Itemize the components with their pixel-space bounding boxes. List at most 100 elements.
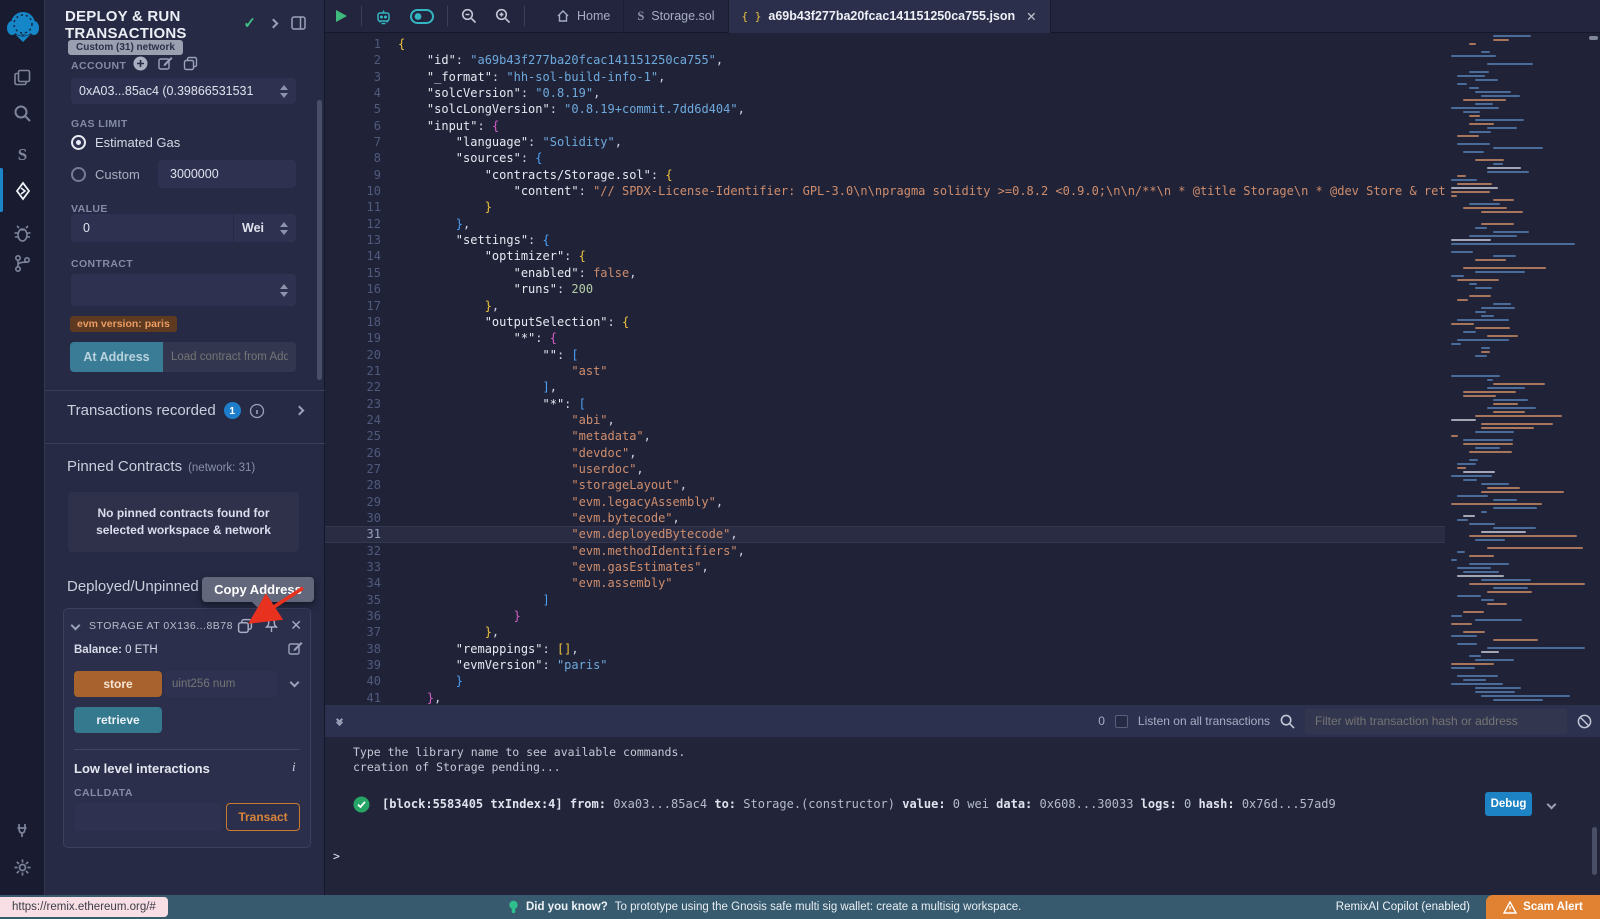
pending-tx-count: 0 xyxy=(1098,714,1105,728)
value-input[interactable]: 0 xyxy=(71,214,234,242)
collapse-contract-icon[interactable] xyxy=(71,621,81,631)
filter-tx-input[interactable] xyxy=(1305,709,1567,734)
custom-gas-input[interactable] xyxy=(158,160,296,188)
gas-limit-label: GAS LIMIT xyxy=(71,118,128,130)
tab-storage-sol[interactable]: S Storage.sol xyxy=(624,0,728,33)
minimap-line xyxy=(1475,659,1514,661)
terminal-scrollbar[interactable] xyxy=(1592,827,1597,875)
transact-button[interactable]: Transact xyxy=(226,803,300,831)
store-arg-input[interactable] xyxy=(164,671,278,697)
minimap-line xyxy=(1493,403,1518,405)
calldata-input[interactable] xyxy=(74,803,222,831)
transactions-expand-icon[interactable] xyxy=(295,406,305,416)
expand-tx-icon[interactable] xyxy=(1547,799,1557,809)
pin-contract-icon[interactable] xyxy=(264,618,279,634)
minimap-line xyxy=(1487,127,1517,129)
no-pinned-contracts-box: No pinned contracts found for selected w… xyxy=(68,492,299,552)
minimap[interactable] xyxy=(1445,33,1588,705)
transactions-recorded-label: Transactions recorded xyxy=(67,402,216,419)
transaction-log-row[interactable]: [block:5583405 txIndex:4] from: 0xa03...… xyxy=(353,792,1573,816)
minimap-line xyxy=(1481,95,1520,97)
terminal[interactable]: Type the library name to see available c… xyxy=(325,737,1600,895)
warning-icon xyxy=(1503,901,1517,914)
custom-gas-radio[interactable] xyxy=(71,167,86,182)
at-address-button[interactable]: At Address xyxy=(70,342,163,372)
deploy-run-icon[interactable] xyxy=(0,176,45,206)
remixai-robot-icon[interactable] xyxy=(366,0,401,33)
info-icon[interactable] xyxy=(249,403,265,419)
minimap-line xyxy=(1475,687,1521,689)
link-preview-url: https://remix.ethereum.org/# xyxy=(0,897,168,917)
code-line: "solcLongVersion": "0.8.19+commit.7dd6d4… xyxy=(398,101,1445,117)
at-address-input[interactable] xyxy=(163,342,296,372)
edit-balance-icon[interactable] xyxy=(288,641,303,656)
minimap-line xyxy=(1481,599,1494,601)
minimap-line xyxy=(1457,643,1477,645)
minimap-line xyxy=(1481,51,1490,53)
minimap-line xyxy=(1451,503,1542,505)
minimap-line xyxy=(1475,539,1505,541)
account-stepper-icon xyxy=(280,85,288,98)
minimap-line xyxy=(1493,231,1529,233)
code-editor[interactable]: 1234567891011121314151617181920212223242… xyxy=(325,33,1600,705)
minimap-line xyxy=(1451,623,1472,625)
minimap-line xyxy=(1451,243,1575,245)
solidity-compiler-icon[interactable]: S xyxy=(0,140,45,170)
code-line: "*": [ xyxy=(398,396,1445,412)
copilot-status[interactable]: RemixAI Copilot (enabled) xyxy=(1336,895,1470,919)
copilot-toggle[interactable] xyxy=(401,0,443,33)
solidity-file-icon: S xyxy=(637,9,644,24)
remix-ide-window: S xyxy=(0,0,1600,919)
estimated-gas-radio[interactable] xyxy=(71,135,86,150)
scam-alert-button[interactable]: Scam Alert xyxy=(1486,895,1600,919)
section-divider xyxy=(45,443,325,444)
file-explorer-icon[interactable] xyxy=(0,62,45,92)
retrieve-function-button[interactable]: retrieve xyxy=(74,707,162,733)
expand-store-icon[interactable] xyxy=(290,678,300,688)
zoom-in-icon[interactable] xyxy=(486,0,520,33)
minimap-line xyxy=(1475,415,1562,417)
account-select[interactable]: 0xA03...85ac4 (0.39866531531 xyxy=(71,78,296,104)
code-line: "remappings": [], xyxy=(398,641,1445,657)
git-branch-icon[interactable] xyxy=(0,248,45,278)
pin-panel-icon[interactable] xyxy=(291,16,306,30)
clear-console-icon[interactable] xyxy=(1577,714,1592,729)
env-ok-check-icon: ✓ xyxy=(243,14,256,32)
settings-gear-icon[interactable] xyxy=(0,852,45,882)
plugin-manager-icon[interactable] xyxy=(0,815,45,845)
zoom-out-icon[interactable] xyxy=(452,0,486,33)
tab-home[interactable]: Home xyxy=(543,0,624,33)
copy-account-icon[interactable] xyxy=(183,56,198,71)
add-account-icon[interactable] xyxy=(133,56,148,71)
copy-address-icon[interactable] xyxy=(237,618,253,634)
line-number: 10 xyxy=(325,183,381,199)
remove-contract-icon[interactable]: ✕ xyxy=(290,617,302,634)
panel-scrollbar[interactable] xyxy=(317,100,322,380)
panel-forward-icon[interactable] xyxy=(269,18,279,28)
status-bar: https://remix.ethereum.org/# Did you kno… xyxy=(0,895,1600,919)
debug-button[interactable]: Debug xyxy=(1485,792,1532,816)
sign-message-icon[interactable] xyxy=(158,56,173,71)
low-level-info-icon[interactable]: i xyxy=(292,759,296,775)
minimap-line xyxy=(1451,475,1492,477)
editor-scrollbar-thumb[interactable] xyxy=(1589,36,1598,40)
minimap-line xyxy=(1451,667,1475,669)
terminal-search-icon[interactable] xyxy=(1280,714,1295,729)
code-line: }, xyxy=(398,298,1445,314)
value-amount: 0 xyxy=(83,221,90,235)
line-number: 4 xyxy=(325,85,381,101)
contract-select[interactable] xyxy=(71,274,296,306)
close-tab-icon[interactable]: ✕ xyxy=(1026,9,1036,24)
value-unit-select[interactable]: Wei xyxy=(234,214,296,242)
lightbulb-icon xyxy=(508,900,519,915)
debugger-icon[interactable] xyxy=(0,218,45,248)
listen-all-checkbox[interactable] xyxy=(1115,715,1128,728)
expand-terminal-icon[interactable] xyxy=(337,717,342,725)
run-script-button[interactable] xyxy=(325,0,357,33)
search-icon[interactable] xyxy=(0,98,45,128)
tab-build-info-json[interactable]: { } a69b43f277ba20fcac141151250ca755.jso… xyxy=(729,0,1051,33)
line-number: 1 xyxy=(325,36,381,52)
store-function-button[interactable]: store xyxy=(74,671,162,697)
account-label: ACCOUNT xyxy=(71,60,126,72)
remix-logo-icon[interactable] xyxy=(0,6,45,46)
